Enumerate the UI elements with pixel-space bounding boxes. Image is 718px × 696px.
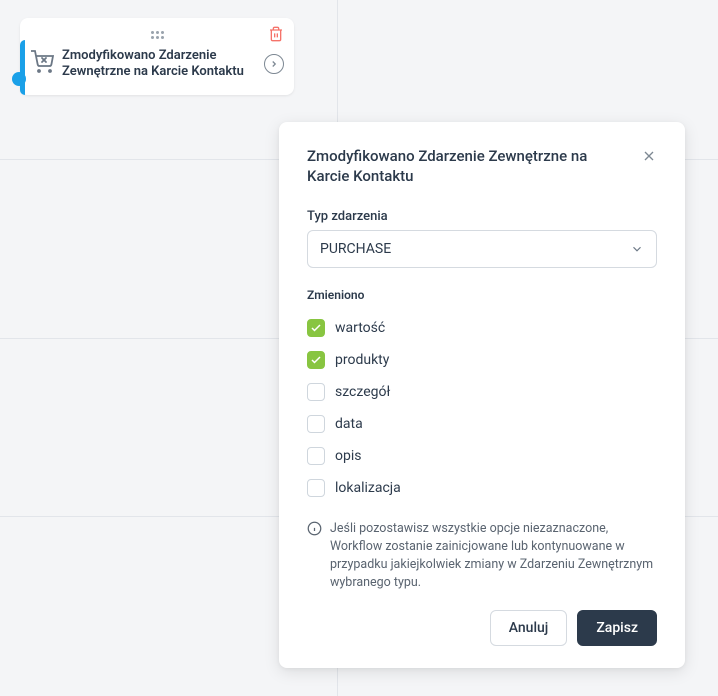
chevron-down-icon — [630, 242, 644, 256]
option-label: wartość — [335, 320, 385, 336]
option-row: lokalizacja — [307, 472, 657, 504]
options-list: wartość produkty szczegół data opis lokalizac… — [307, 312, 657, 504]
card-accent — [20, 40, 25, 95]
info-icon — [307, 521, 322, 536]
settings-panel: Zmodyfikowano Zdarzenie Zewnętrzne na Ka… — [279, 122, 685, 668]
workflow-node-title: Zmodyfikowano Zdarzenie Zewnętrzne na Ka… — [62, 48, 256, 81]
option-row: wartość — [307, 312, 657, 344]
info-note: Jeśli pozostawisz wszystkie opcje niezaz… — [307, 520, 657, 593]
option-label: opis — [335, 448, 361, 464]
checkbox[interactable] — [307, 351, 325, 369]
checkbox[interactable] — [307, 479, 325, 497]
save-button[interactable]: Zapisz — [577, 610, 657, 646]
close-icon[interactable] — [641, 148, 657, 164]
trash-icon[interactable] — [268, 26, 284, 42]
option-label: data — [335, 416, 363, 432]
option-row: szczegół — [307, 376, 657, 408]
info-text: Jeśli pozostawisz wszystkie opcje niezaz… — [330, 520, 657, 593]
checkbox[interactable] — [307, 415, 325, 433]
workflow-node-card[interactable]: Zmodyfikowano Zdarzenie Zewnętrzne na Ka… — [20, 18, 294, 95]
expand-button[interactable] — [264, 54, 284, 74]
option-label: produkty — [335, 352, 389, 368]
option-row: produkty — [307, 344, 657, 376]
cancel-button[interactable]: Anuluj — [490, 610, 568, 646]
event-type-select[interactable]: PURCHASE — [307, 230, 657, 268]
checkbox[interactable] — [307, 383, 325, 401]
checkbox[interactable] — [307, 447, 325, 465]
changed-label: Zmieniono — [307, 288, 657, 302]
option-label: lokalizacja — [335, 480, 401, 496]
checkbox[interactable] — [307, 319, 325, 337]
option-row: opis — [307, 440, 657, 472]
drag-handle-icon[interactable] — [151, 31, 164, 39]
option-label: szczegół — [335, 384, 390, 400]
panel-title: Zmodyfikowano Zdarzenie Zewnętrzne na Ka… — [307, 146, 627, 187]
event-type-label: Typ zdarzenia — [307, 209, 657, 224]
card-toolbar — [30, 26, 284, 44]
cart-icon — [30, 50, 54, 74]
event-type-value: PURCHASE — [320, 241, 391, 257]
option-row: data — [307, 408, 657, 440]
connector-dot — [12, 72, 26, 86]
